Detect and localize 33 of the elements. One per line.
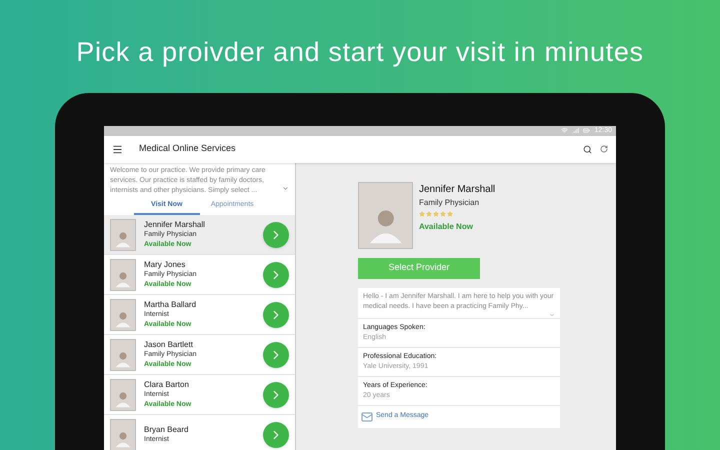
battery-icon — [583, 127, 590, 134]
provider-name: Jason Bartlett — [144, 340, 194, 350]
availability-text: Available Now — [419, 220, 474, 232]
provider-name: Clara Barton — [144, 380, 190, 390]
photo-placeholder — [110, 218, 136, 250]
provider-name: Jennifer Marshall — [144, 220, 206, 230]
go-button[interactable] — [263, 302, 289, 328]
provider-name: Martha Ballard — [144, 300, 198, 310]
go-button[interactable] — [263, 342, 289, 368]
photo-placeholder — [110, 258, 136, 290]
expand-icon[interactable] — [549, 312, 555, 318]
photo-placeholder — [358, 182, 413, 248]
photo-placeholder — [110, 418, 136, 450]
go-button[interactable] — [263, 382, 289, 408]
mail-icon — [361, 410, 373, 422]
provider-name: Bryan Beard — [144, 424, 190, 434]
photo-placeholder — [110, 298, 136, 330]
refresh-icon[interactable] — [600, 145, 608, 153]
provider-name: Jennifer Marshall — [419, 182, 496, 196]
app-title: Medical Online Services — [139, 142, 236, 156]
photo-placeholder — [110, 378, 136, 410]
go-button[interactable] — [263, 422, 289, 448]
search-icon[interactable] — [583, 144, 592, 154]
expand-icon[interactable] — [282, 184, 289, 192]
photo-placeholder — [110, 338, 136, 370]
go-button[interactable] — [263, 222, 289, 248]
menu-icon[interactable] — [112, 144, 123, 154]
signal-icon — [572, 127, 580, 134]
wifi-icon — [561, 127, 568, 134]
headline: Pick a proivder and start your visit in minutes — [76, 36, 644, 69]
provider-specialty: Family Physician — [419, 196, 480, 208]
go-button[interactable] — [263, 262, 289, 288]
provider-name: Mary Jones — [144, 260, 186, 270]
